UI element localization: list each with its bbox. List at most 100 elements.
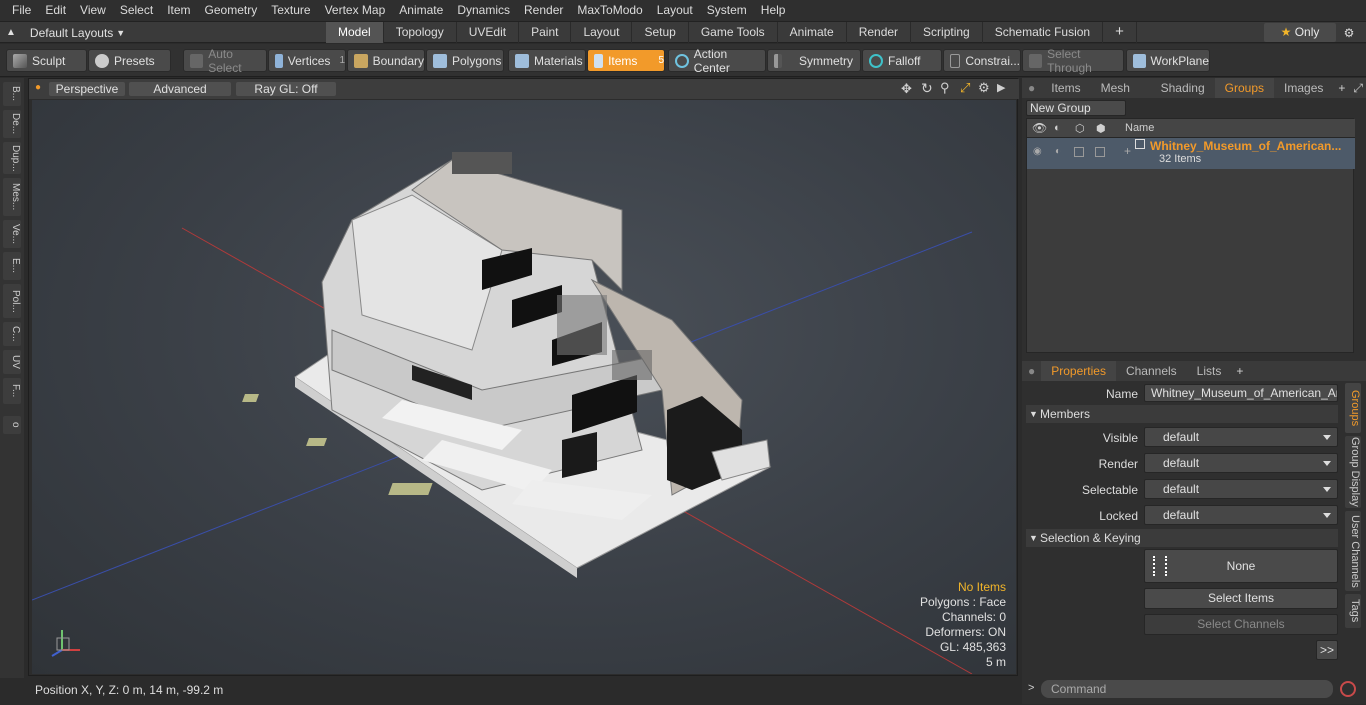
left-tab-fusion[interactable]: F...	[3, 378, 21, 404]
expand-plus-icon[interactable]: +	[1124, 144, 1131, 158]
gear-icon[interactable]: ⚙	[1340, 24, 1358, 42]
constraints-button[interactable]: Constrai...	[943, 49, 1021, 72]
move-view-icon[interactable]: ✥	[901, 81, 912, 97]
eye-icon[interactable]: 👁	[1032, 121, 1047, 135]
group-row[interactable]: ◉ ◐ + Whitney_Museum_of_American... 32 I…	[1027, 138, 1355, 169]
menu-view[interactable]: View	[73, 0, 113, 21]
tab-properties[interactable]: Properties	[1041, 361, 1116, 381]
render-icon[interactable]: ◐	[1054, 122, 1061, 134]
left-tab-curve[interactable]: C...	[3, 322, 21, 346]
record-icon[interactable]	[1340, 681, 1356, 697]
boundary-button[interactable]: Boundary	[347, 49, 425, 72]
menu-vertex-map[interactable]: Vertex Map	[318, 0, 393, 21]
left-tab-vertex[interactable]: Ve...	[3, 220, 21, 248]
panel-dot-icon[interactable]: ●	[1022, 361, 1041, 381]
select-checkbox[interactable]	[1095, 147, 1105, 157]
left-tab-extra[interactable]: o	[3, 416, 21, 434]
auto-select-button[interactable]: Auto Select	[183, 47, 267, 75]
selectable-dropdown[interactable]: default	[1144, 479, 1338, 499]
menu-texture[interactable]: Texture	[264, 0, 317, 21]
tab-uvedit[interactable]: UVEdit	[457, 22, 520, 43]
action-center-button[interactable]: Action Center	[668, 47, 766, 75]
select-items-button[interactable]: Select Items	[1144, 588, 1338, 609]
tab-schematic-fusion[interactable]: Schematic Fusion	[983, 22, 1104, 43]
tab-scripting[interactable]: Scripting	[911, 22, 983, 43]
menu-maxtomodo[interactable]: MaxToModo	[570, 0, 649, 21]
sculpt-button[interactable]: Sculpt	[6, 49, 87, 72]
lock-checkbox[interactable]	[1074, 147, 1084, 157]
tab-model[interactable]: Model	[326, 22, 384, 43]
more-button[interactable]: >>	[1316, 640, 1338, 660]
materials-button[interactable]: Materials	[508, 49, 586, 72]
command-input[interactable]: Command	[1041, 680, 1333, 698]
select-channels-button[interactable]: Select Channels	[1144, 614, 1338, 635]
name-column-header[interactable]: Name	[1125, 122, 1154, 134]
rotate-view-icon[interactable]: ↻	[921, 80, 933, 97]
tab-setup[interactable]: Setup	[632, 22, 689, 43]
add-tab-icon[interactable]: +	[1231, 361, 1248, 381]
presets-button[interactable]: Presets	[88, 49, 171, 72]
tab-images[interactable]: Images	[1274, 78, 1333, 98]
left-tab-uv[interactable]: UV	[3, 350, 21, 374]
viewport-dot-icon[interactable]: ●	[35, 82, 41, 93]
tab-game-tools[interactable]: Game Tools	[689, 22, 778, 43]
tab-shading[interactable]: Shading	[1151, 78, 1215, 98]
panel-dot-icon[interactable]: ●	[1022, 78, 1041, 98]
menu-dynamics[interactable]: Dynamics	[450, 0, 517, 21]
left-tab-deform[interactable]: De...	[3, 110, 21, 138]
members-section[interactable]: ▼ Members	[1026, 405, 1338, 423]
tab-items[interactable]: Items	[1041, 78, 1090, 98]
left-tab-basic[interactable]: B...	[3, 82, 21, 106]
play-icon[interactable]: ▶	[997, 81, 1005, 94]
side-tab-user-channels[interactable]: User Channels	[1345, 511, 1361, 591]
menu-layout[interactable]: Layout	[650, 0, 700, 21]
menu-help[interactable]: Help	[754, 0, 793, 21]
tab-lists[interactable]: Lists	[1187, 361, 1232, 381]
add-tab-icon[interactable]: +	[1103, 22, 1137, 43]
layouts-dropdown[interactable]: ▲ Default Layouts ▼	[6, 22, 125, 43]
new-group-button[interactable]: New Group	[1026, 100, 1126, 116]
side-tab-tags[interactable]: Tags	[1345, 594, 1361, 628]
menu-animate[interactable]: Animate	[392, 0, 450, 21]
zoom-view-icon[interactable]: ⚲	[940, 80, 950, 96]
symmetry-button[interactable]: Symmetry	[767, 49, 861, 72]
advanced-button[interactable]: Advanced	[129, 82, 231, 96]
left-tab-edge[interactable]: E...	[3, 252, 21, 280]
lock-icon[interactable]: ⬡	[1075, 122, 1085, 135]
polygons-button[interactable]: Polygons	[426, 49, 504, 72]
add-tab-icon[interactable]: +	[1333, 78, 1350, 98]
tab-topology[interactable]: Topology	[384, 22, 457, 43]
tab-render[interactable]: Render	[847, 22, 912, 43]
render-dropdown[interactable]: default	[1144, 453, 1338, 473]
render-toggle-icon[interactable]: ◐	[1055, 146, 1061, 157]
workplane-button[interactable]: WorkPlane	[1126, 49, 1210, 72]
only-button[interactable]: ★ Only	[1264, 23, 1336, 42]
side-tab-groups[interactable]: Groups	[1345, 383, 1361, 433]
tab-paint[interactable]: Paint	[519, 22, 572, 43]
left-tab-polygon[interactable]: Pol...	[3, 284, 21, 318]
left-tab-duplicate[interactable]: Dup...	[3, 142, 21, 174]
menu-file[interactable]: File	[5, 0, 38, 21]
menu-select[interactable]: Select	[113, 0, 160, 21]
select-icon[interactable]: ⬢	[1096, 122, 1106, 135]
viewport-gear-icon[interactable]: ⚙	[978, 80, 990, 96]
falloff-button[interactable]: Falloff	[862, 49, 942, 72]
keying-none-button[interactable]: None	[1144, 549, 1338, 583]
menu-system[interactable]: System	[700, 0, 754, 21]
select-through-button[interactable]: Select Through	[1022, 47, 1124, 75]
tab-animate[interactable]: Animate	[778, 22, 847, 43]
visible-dropdown[interactable]: default	[1144, 427, 1338, 447]
tab-channels[interactable]: Channels	[1116, 361, 1187, 381]
fit-view-icon[interactable]: ⤢	[960, 80, 970, 96]
raygl-button[interactable]: Ray GL: Off	[236, 82, 336, 96]
name-field[interactable]: Whitney_Museum_of_American_Art (	[1144, 384, 1338, 402]
menu-render[interactable]: Render	[517, 0, 570, 21]
items-button[interactable]: Items 5	[587, 49, 665, 72]
expand-icon[interactable]: ⤢	[1350, 78, 1366, 98]
side-tab-group-display[interactable]: Group Display	[1345, 436, 1361, 508]
menu-edit[interactable]: Edit	[38, 0, 73, 21]
3d-viewport[interactable]: No Items Polygons : Face Channels: 0 Def…	[32, 100, 1016, 674]
menu-geometry[interactable]: Geometry	[198, 0, 265, 21]
locked-dropdown[interactable]: default	[1144, 505, 1338, 525]
menu-item[interactable]: Item	[160, 0, 197, 21]
